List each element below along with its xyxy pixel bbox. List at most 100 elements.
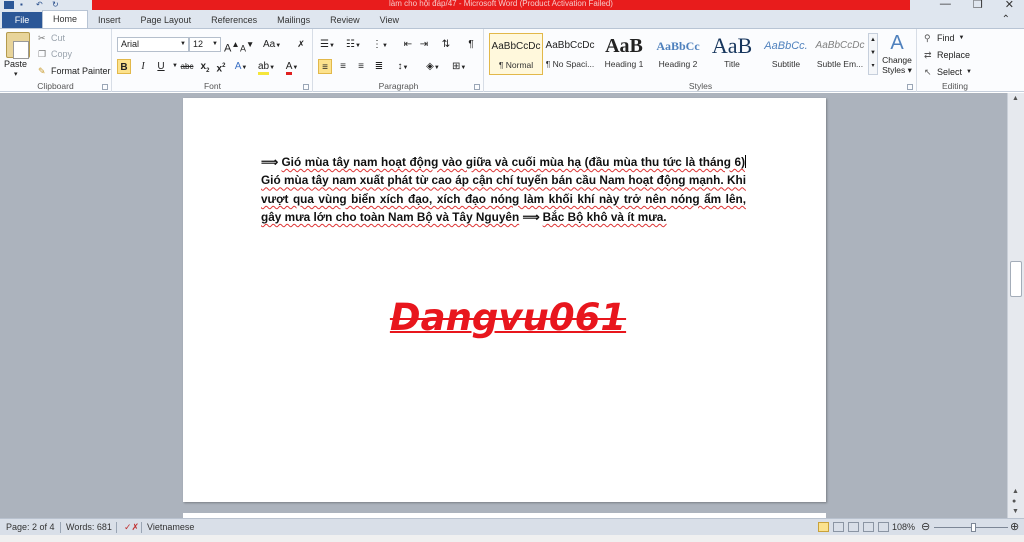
chevron-down-icon[interactable]: ▾ xyxy=(14,70,18,78)
change-styles-icon: A xyxy=(890,32,904,54)
text-segment: Gió mùa tây nam hoạt động vào giữa và cu… xyxy=(281,155,746,169)
scroll-up-icon[interactable]: ▲ xyxy=(1012,95,1019,102)
align-left-icon[interactable]: ≡ xyxy=(318,59,332,74)
style-name: ¶ No Spaci... xyxy=(545,59,595,69)
grow-font-button[interactable]: A▲ xyxy=(224,37,240,54)
save-icon[interactable]: ▪ xyxy=(20,0,30,9)
tab-file[interactable]: File xyxy=(2,12,42,28)
dialog-launcher-icon[interactable] xyxy=(907,84,913,90)
next-page-icon[interactable]: ▼ xyxy=(1012,508,1019,515)
paste-button[interactable]: Paste xyxy=(4,59,27,69)
draft-icon[interactable] xyxy=(878,522,889,532)
sort-icon[interactable]: ⇅ xyxy=(439,37,453,52)
undo-icon[interactable]: ↶ xyxy=(36,0,46,9)
copy-button[interactable]: ❐ Copy xyxy=(38,49,72,59)
justify-icon[interactable]: ≣ xyxy=(372,59,386,74)
proofing-icon[interactable]: ✓✗ xyxy=(124,519,139,535)
scrollbar-thumb[interactable] xyxy=(1010,261,1022,297)
font-name-select[interactable]: Arial ▼ xyxy=(117,37,189,52)
word-count[interactable]: Words: 681 xyxy=(66,519,112,535)
style-normal[interactable]: AaBbCcDc ¶ Normal xyxy=(489,33,543,75)
strikethrough-button[interactable]: abc xyxy=(180,59,194,74)
replace-button[interactable]: ⇄ Replace xyxy=(924,50,970,60)
multilevel-list-icon[interactable]: ⋮▼ xyxy=(372,37,388,52)
copy-label: Copy xyxy=(51,49,73,59)
dialog-launcher-icon[interactable] xyxy=(303,84,309,90)
cut-button[interactable]: ✂ Cut xyxy=(38,33,65,43)
language-indicator[interactable]: Vietnamese xyxy=(147,519,194,535)
tab-home[interactable]: Home xyxy=(42,10,89,28)
align-center-icon[interactable]: ≡ xyxy=(336,59,350,74)
tab-review[interactable]: Review xyxy=(320,12,370,28)
style-no-spacing[interactable]: AaBbCcDc ¶ No Spaci... xyxy=(543,33,597,75)
tab-insert[interactable]: Insert xyxy=(88,12,131,28)
paragraph-group: ☰▼ ☷▼ ⋮▼ ⇤ ⇥ ⇅ ¶ ≡ ≡ ≡ ≣ ↕▼ ◈▼ ⊞▼ Paragr… xyxy=(314,29,484,92)
paste-icon[interactable] xyxy=(6,32,30,59)
tab-page-layout[interactable]: Page Layout xyxy=(131,12,202,28)
browse-object-icon[interactable]: ● xyxy=(1012,498,1016,505)
font-size-select[interactable]: 12 ▼ xyxy=(189,37,221,52)
style-name: Heading 2 xyxy=(658,59,698,69)
style-heading-2[interactable]: AaBbCc Heading 2 xyxy=(651,33,705,75)
show-formatting-button[interactable]: ¶ xyxy=(464,37,478,52)
web-layout-icon[interactable] xyxy=(848,522,859,532)
find-button[interactable]: ⚲ Find ▼ xyxy=(924,33,964,43)
redo-icon[interactable]: ↻ xyxy=(52,0,62,9)
tab-mailings[interactable]: Mailings xyxy=(267,12,320,28)
divider xyxy=(116,522,117,533)
style-subtle-emphasis[interactable]: AaBbCcDc Subtle Em... xyxy=(813,33,867,75)
minimize-ribbon-icon[interactable]: ⌃ xyxy=(1002,14,1010,25)
increase-indent-icon[interactable]: ⇥ xyxy=(417,37,431,52)
page-counter[interactable]: Page: 2 of 4 xyxy=(6,519,55,535)
format-painter-label: Format Painter xyxy=(51,66,111,76)
text-effects-icon[interactable]: A▼ xyxy=(234,59,248,74)
borders-icon[interactable]: ⊞▼ xyxy=(452,59,466,74)
chevron-down-icon: ▼ xyxy=(180,41,186,47)
style-sample: AaBbCc xyxy=(656,39,700,53)
italic-button[interactable]: I xyxy=(136,59,150,74)
zoom-slider-handle[interactable] xyxy=(970,523,976,532)
shading-icon[interactable]: ◈▼ xyxy=(426,59,440,74)
body-paragraph[interactable]: ⟹ Gió mùa tây nam hoạt động vào giữa và … xyxy=(261,153,747,227)
full-screen-reading-icon[interactable] xyxy=(833,522,844,532)
superscript-button[interactable]: x2 xyxy=(214,59,228,74)
ribbon: Paste ▾ ✂ Cut ❐ Copy ✎ Format Painter Cl… xyxy=(0,28,1024,92)
dialog-launcher-icon[interactable] xyxy=(474,84,480,90)
style-sample: AaBbCcDc xyxy=(545,40,595,51)
shrink-font-button[interactable]: A▼ xyxy=(240,37,254,53)
outline-icon[interactable] xyxy=(863,522,874,532)
highlight-icon[interactable]: ab▼ xyxy=(258,59,275,75)
subscript-button[interactable]: x2 xyxy=(198,59,212,74)
styles-scroll[interactable]: ▲ ▼ ▾ xyxy=(868,33,878,75)
style-subtitle[interactable]: AaBbCc. Subtitle xyxy=(759,33,813,75)
bullets-icon[interactable]: ☰▼ xyxy=(320,37,335,52)
numbering-icon[interactable]: ☷▼ xyxy=(346,37,361,52)
zoom-slider[interactable] xyxy=(934,523,1008,532)
zoom-level[interactable]: 108% xyxy=(892,519,915,535)
underline-button[interactable]: U xyxy=(154,59,168,74)
change-case-button[interactable]: Aa▼ xyxy=(263,37,281,52)
bold-button[interactable]: B xyxy=(117,59,131,74)
document-page[interactable]: ⟹ Gió mùa tây nam hoạt động vào giữa và … xyxy=(183,98,826,502)
clear-formatting-icon[interactable]: ✗ xyxy=(294,37,308,52)
styles-group: AaBbCcDc ¶ Normal AaBbCcDc ¶ No Spaci...… xyxy=(485,29,917,92)
align-right-icon[interactable]: ≡ xyxy=(354,59,368,74)
select-button[interactable]: ↖ Select ▼ xyxy=(924,67,972,77)
font-color-icon[interactable]: A▼ xyxy=(285,59,299,75)
zoom-out-icon[interactable]: ⊖ xyxy=(921,519,930,535)
format-painter-button[interactable]: ✎ Format Painter xyxy=(38,66,111,76)
decrease-indent-icon[interactable]: ⇤ xyxy=(401,37,415,52)
font-size-value: 12 xyxy=(193,39,204,49)
style-title[interactable]: AaB Title xyxy=(705,33,759,75)
change-styles-button[interactable]: A Change Styles ▾ xyxy=(880,31,914,75)
tab-references[interactable]: References xyxy=(201,12,267,28)
vertical-scrollbar[interactable]: ▲ ▲ ● ▼ xyxy=(1007,93,1024,518)
previous-page-icon[interactable]: ▲ xyxy=(1012,488,1019,495)
print-layout-icon[interactable] xyxy=(818,522,829,532)
dialog-launcher-icon[interactable] xyxy=(102,84,108,90)
zoom-in-icon[interactable]: ⊕ xyxy=(1010,519,1019,535)
line-spacing-icon[interactable]: ↕▼ xyxy=(396,59,410,74)
style-heading-1[interactable]: AaB Heading 1 xyxy=(597,33,651,75)
document-area[interactable]: ⟹ Gió mùa tây nam hoạt động vào giữa và … xyxy=(0,93,1007,518)
tab-view[interactable]: View xyxy=(370,12,409,28)
